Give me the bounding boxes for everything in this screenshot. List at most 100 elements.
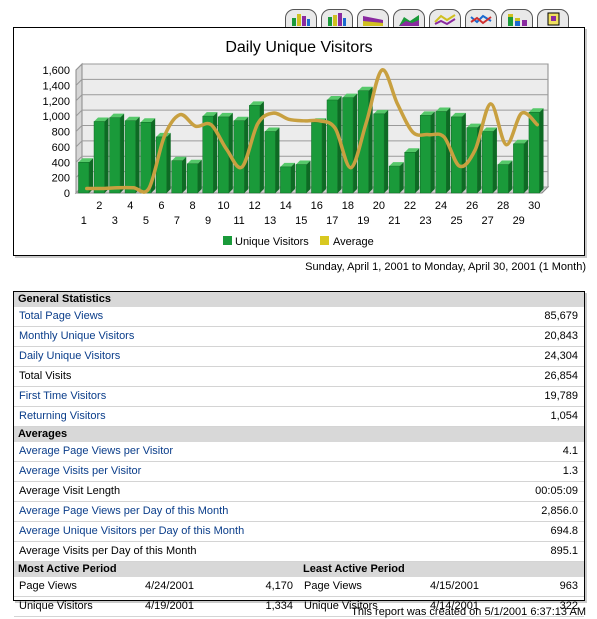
x-tick-label: 24 — [435, 200, 447, 212]
general-statistic-row: Monthly Unique Visitors 20,843 — [14, 327, 584, 347]
bar — [404, 152, 416, 194]
3d-bar-chart-button[interactable] — [321, 9, 353, 29]
bar — [326, 99, 338, 194]
area-chart-button[interactable] — [357, 9, 389, 29]
bar-side — [539, 108, 544, 193]
y-tick-label: 0 — [64, 188, 70, 200]
bar-side — [275, 127, 280, 193]
legend-label-unique-visitors: Unique Visitors — [235, 236, 309, 248]
x-tick-label: 23 — [419, 215, 431, 227]
most-active-cell: Page Views 4/24/2001 4,170 — [14, 577, 299, 596]
general-statistic-row: Returning Visitors 1,054 — [14, 407, 584, 427]
bar-side — [399, 162, 404, 193]
x-tick-label: 19 — [357, 215, 369, 227]
bar-chart-icon — [292, 14, 310, 26]
x-tick-label: 1 — [81, 215, 87, 227]
bar — [435, 111, 447, 194]
y-tick-label: 1,600 — [42, 65, 70, 77]
bar — [419, 115, 432, 194]
general-statistic-row: First Time Visitors 19,789 — [14, 387, 584, 407]
x-tick-label: 2 — [96, 200, 102, 212]
stat-link[interactable]: First Time Visitors — [19, 387, 106, 406]
bar — [311, 122, 323, 194]
bar-side — [306, 160, 311, 193]
y-tick-label: 1,200 — [42, 96, 70, 108]
stat-link[interactable]: Monthly Unique Visitors — [19, 327, 134, 346]
x-tick-label: 10 — [217, 200, 229, 212]
period-label: Page Views — [304, 580, 362, 592]
bar-side — [415, 148, 420, 193]
stat-label: Average Visit Length — [19, 485, 121, 497]
report-created-footer: This report was created on 5/1/2001 6:37… — [351, 606, 586, 618]
bar — [186, 163, 199, 194]
stat-value: 1,054 — [550, 410, 578, 422]
x-tick-label: 14 — [280, 200, 292, 212]
stat-value: 85,679 — [544, 310, 578, 322]
bar — [388, 165, 400, 194]
period-header: Most Active Period Least Active Period — [14, 562, 584, 577]
export-button[interactable] — [537, 9, 569, 29]
x-tick-label: 26 — [466, 200, 478, 212]
bar — [342, 97, 354, 194]
average-statistic-row: Average Visits per Day of this Month 895.… — [14, 542, 584, 562]
line-chart-button[interactable] — [429, 9, 461, 29]
bar-side — [384, 109, 389, 193]
x-tick-label: 11 — [233, 215, 244, 227]
3d-area-chart-button[interactable] — [393, 9, 425, 29]
line-chart-icon — [434, 14, 456, 26]
3d-line-chart-button[interactable] — [465, 9, 497, 29]
area-chart-icon — [363, 16, 383, 26]
statistics-panel: General Statistics Total Page Views 85,67… — [13, 291, 585, 617]
daily-unique-visitors-chart: Daily Unique Visitors 0 200 400 600 800 1,000 1… — [13, 27, 585, 256]
stat-link[interactable]: Average Unique Visitors per Day of this … — [19, 522, 244, 541]
x-tick-label: 7 — [174, 215, 180, 227]
3d-area-chart-icon — [399, 15, 419, 26]
period-value: 1,334 — [265, 600, 293, 612]
y-tick-label: 200 — [52, 173, 70, 185]
stat-value: 24,304 — [544, 350, 578, 362]
x-tick-label: 25 — [450, 215, 462, 227]
bar-side — [430, 111, 435, 193]
bar-side — [461, 112, 466, 193]
period-date: 4/19/2001 — [145, 600, 194, 612]
stat-link[interactable]: Daily Unique Visitors — [19, 347, 120, 366]
stat-link[interactable]: Average Visits per Visitor — [19, 462, 141, 481]
x-tick-label: 17 — [326, 215, 338, 227]
y-tick-label: 400 — [52, 157, 70, 169]
stacked-bar-chart-icon — [508, 14, 527, 26]
x-tick-label: 21 — [388, 215, 400, 227]
chart-canvas: Daily Unique Visitors 0 200 400 600 800 1,000 1… — [42, 39, 550, 248]
average-statistic-row: Average Visits per Visitor 1.3 — [14, 462, 584, 482]
stat-link[interactable]: Average Page Views per Day of this Month — [19, 502, 228, 521]
stat-value: 895.1 — [550, 545, 578, 557]
bar-side — [135, 116, 140, 193]
general-statistic-row: Total Page Views 85,679 — [14, 307, 584, 327]
period-row: Page Views 4/24/2001 4,170 Page Views 4/15/2… — [14, 577, 584, 597]
legend-swatch-average — [320, 236, 329, 245]
average-statistic-row: Average Unique Visitors per Day of this … — [14, 522, 584, 542]
stat-value: 1.3 — [562, 465, 578, 477]
bar-chart-button[interactable] — [285, 9, 317, 29]
stat-link[interactable]: Average Page Views per Visitor — [19, 442, 173, 461]
stat-link[interactable]: Returning Visitors — [19, 407, 106, 426]
x-tick-label: 16 — [311, 200, 323, 212]
bar-side — [508, 160, 513, 193]
bar — [373, 113, 385, 194]
x-tick-label: 27 — [482, 215, 494, 227]
bar — [482, 131, 494, 194]
bar-side — [290, 162, 295, 193]
bar — [233, 120, 245, 194]
period-value: 963 — [559, 580, 578, 592]
period-value: 4,170 — [265, 580, 293, 592]
x-tick-label: 3 — [112, 215, 118, 227]
bar-side — [182, 156, 187, 193]
stat-label: Average Visits per Day of this Month — [19, 545, 197, 557]
stat-link[interactable]: Total Page Views — [19, 307, 103, 326]
average-statistic-row: Average Page Views per Day of this Month… — [14, 502, 584, 522]
x-tick-label: 18 — [342, 200, 354, 212]
average-statistic-row: Average Visit Length 00:05:09 — [14, 482, 584, 502]
general-statistics-header: General Statistics — [14, 292, 584, 307]
bar-side — [523, 139, 528, 193]
stacked-bar-chart-button[interactable] — [501, 9, 533, 29]
legend-swatch-unique-visitors — [223, 236, 232, 245]
